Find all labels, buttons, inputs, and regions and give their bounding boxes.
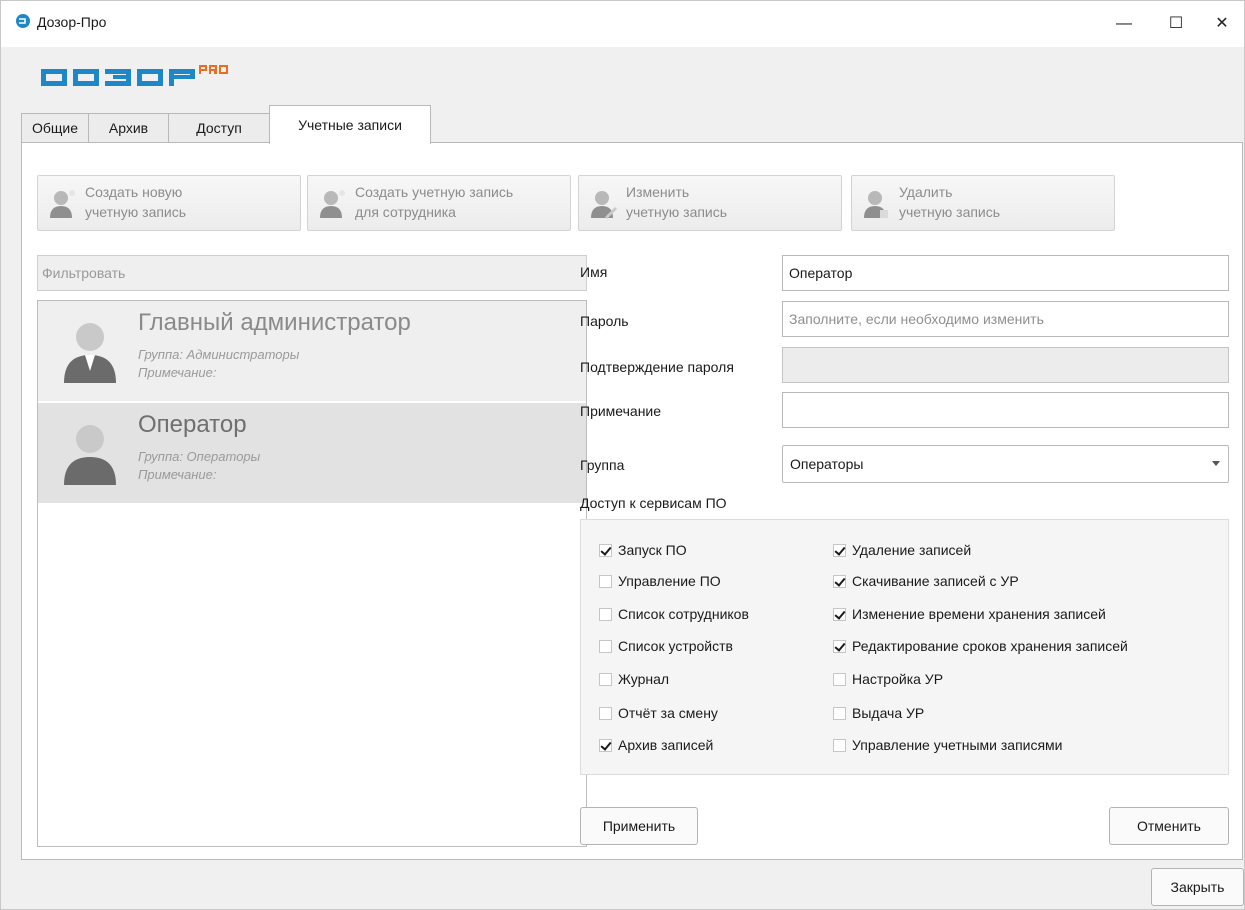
checkbox[interactable] bbox=[833, 639, 846, 653]
checkbox[interactable] bbox=[599, 706, 612, 720]
checkbox-label: Список сотрудников bbox=[618, 606, 749, 622]
dozor-pro-logo bbox=[41, 65, 228, 86]
access-launch[interactable]: Запуск ПО bbox=[599, 542, 687, 558]
checkbox-label: Список устройств bbox=[618, 638, 733, 654]
tab-accounts[interactable]: Учетные записи bbox=[269, 105, 431, 144]
user-group: Группа: Операторы bbox=[138, 449, 261, 464]
access-download-records[interactable]: Скачивание записей с УР bbox=[833, 573, 1019, 589]
note-input[interactable] bbox=[782, 392, 1229, 428]
checkbox-label: Редактирование сроков хранения записей bbox=[852, 638, 1128, 654]
user-list-item-selected[interactable]: Оператор Группа: Операторы Примечание: bbox=[38, 403, 586, 503]
access-journal[interactable]: Журнал bbox=[599, 671, 669, 687]
password-label: Пароль bbox=[580, 313, 629, 329]
chevron-down-icon bbox=[1212, 461, 1220, 466]
close-window-button[interactable]: ✕ bbox=[1199, 9, 1245, 39]
user-avatar-icon bbox=[64, 425, 116, 485]
access-change-storage-time[interactable]: Изменение времени хранения записей bbox=[833, 606, 1106, 622]
checkbox[interactable] bbox=[599, 543, 612, 557]
edit-account-label: Изменить учетную запись bbox=[626, 184, 728, 220]
checkbox-label: Управление ПО bbox=[618, 573, 721, 589]
access-shift-report[interactable]: Отчёт за смену bbox=[599, 705, 718, 721]
close-button[interactable]: Закрыть bbox=[1151, 868, 1244, 906]
user-note: Примечание: bbox=[138, 365, 217, 380]
group-select[interactable]: Операторы bbox=[782, 445, 1229, 483]
tab-general[interactable]: Общие bbox=[21, 113, 89, 143]
user-avatar-icon bbox=[64, 323, 116, 383]
access-delete-records[interactable]: Удаление записей bbox=[833, 542, 971, 558]
accounts-panel: Создать новую учетную запись Создать уче… bbox=[21, 142, 1243, 860]
access-device-issue[interactable]: Выдача УР bbox=[833, 705, 924, 721]
access-edit-storage-periods[interactable]: Редактирование сроков хранения записей bbox=[833, 638, 1128, 654]
checkbox[interactable] bbox=[833, 672, 846, 686]
checkbox[interactable] bbox=[833, 738, 846, 752]
edit-account-button[interactable]: Изменить учетную запись bbox=[578, 175, 842, 231]
checkbox-label: Изменение времени хранения записей bbox=[852, 606, 1106, 622]
app-window: Дозор-Про — ☐ ✕ Общие Архив Доступ Учетн… bbox=[0, 0, 1245, 910]
password-input[interactable] bbox=[782, 301, 1229, 337]
minimize-button[interactable]: — bbox=[1101, 9, 1147, 39]
confirm-password-input bbox=[782, 347, 1229, 383]
confirm-password-label: Подтверждение пароля bbox=[580, 359, 734, 375]
access-manage-accounts[interactable]: Управление учетными записями bbox=[833, 737, 1063, 753]
name-input[interactable] bbox=[782, 255, 1229, 291]
checkbox[interactable] bbox=[599, 607, 612, 621]
checkbox-label: Настройка УР bbox=[852, 671, 944, 687]
note-label: Примечание bbox=[580, 403, 662, 419]
delete-account-label: Удалить учетную запись bbox=[899, 184, 1001, 220]
cancel-button[interactable]: Отменить bbox=[1109, 807, 1229, 845]
checkbox-label: Скачивание записей с УР bbox=[852, 573, 1019, 589]
checkbox[interactable] bbox=[833, 543, 846, 557]
checkbox[interactable] bbox=[833, 706, 846, 720]
checkbox-label: Выдача УР bbox=[852, 705, 925, 721]
access-employees[interactable]: Список сотрудников bbox=[599, 606, 749, 622]
window-title: Дозор-Про bbox=[37, 14, 107, 30]
create-account-label: Создать новую учетную запись bbox=[85, 184, 187, 220]
checkbox-label: Запуск ПО bbox=[618, 542, 687, 558]
create-employee-account-label: Создать учетную запись для сотрудника bbox=[355, 184, 514, 220]
checkbox-label: Удаление записей bbox=[852, 542, 972, 558]
app-logo-icon bbox=[16, 14, 30, 28]
checkbox[interactable] bbox=[833, 607, 846, 621]
delete-account-button[interactable]: Удалить учетную запись bbox=[851, 175, 1115, 231]
create-employee-account-button[interactable]: Создать учетную запись для сотрудника bbox=[307, 175, 571, 231]
checkbox[interactable] bbox=[599, 574, 612, 588]
user-add-icon bbox=[50, 190, 75, 218]
user-note: Примечание: bbox=[138, 467, 217, 482]
access-services-box: Запуск ПО Управление ПО Список сотрудник… bbox=[580, 519, 1229, 775]
access-records-archive[interactable]: Архив записей bbox=[599, 737, 713, 753]
user-edit-icon bbox=[591, 191, 617, 219]
user-name: Главный администратор bbox=[138, 309, 411, 336]
access-manage[interactable]: Управление ПО bbox=[599, 573, 721, 589]
apply-button[interactable]: Применить bbox=[580, 807, 698, 845]
checkbox[interactable] bbox=[833, 574, 846, 588]
user-list-item[interactable]: Главный администратор Группа: Администра… bbox=[38, 301, 586, 401]
group-label: Группа bbox=[580, 457, 625, 473]
tab-access[interactable]: Доступ bbox=[168, 113, 270, 143]
user-list: Главный администратор Группа: Администра… bbox=[37, 300, 587, 847]
tab-archive[interactable]: Архив bbox=[88, 113, 169, 143]
maximize-button[interactable]: ☐ bbox=[1153, 9, 1199, 39]
user-employee-icon bbox=[320, 190, 345, 218]
access-devices[interactable]: Список устройств bbox=[599, 638, 733, 654]
filter-input[interactable] bbox=[37, 255, 587, 291]
checkbox-label: Управление учетными записями bbox=[852, 737, 1063, 753]
checkbox[interactable] bbox=[599, 639, 612, 653]
title-bar: Дозор-Про — ☐ ✕ bbox=[1, 1, 1244, 47]
access-section-title: Доступ к сервисам ПО bbox=[580, 495, 727, 511]
create-account-button[interactable]: Создать новую учетную запись bbox=[37, 175, 301, 231]
checkbox-label: Журнал bbox=[618, 671, 670, 687]
checkbox[interactable] bbox=[599, 738, 612, 752]
checkbox-label: Отчёт за смену bbox=[618, 705, 718, 721]
name-label: Имя bbox=[580, 264, 608, 280]
user-delete-icon bbox=[864, 191, 888, 218]
access-device-settings[interactable]: Настройка УР bbox=[833, 671, 943, 687]
checkbox[interactable] bbox=[599, 672, 612, 686]
checkbox-label: Архив записей bbox=[618, 737, 714, 753]
user-name: Оператор bbox=[138, 411, 247, 438]
group-select-value: Операторы bbox=[790, 456, 864, 472]
user-group: Группа: Администраторы bbox=[138, 347, 300, 362]
